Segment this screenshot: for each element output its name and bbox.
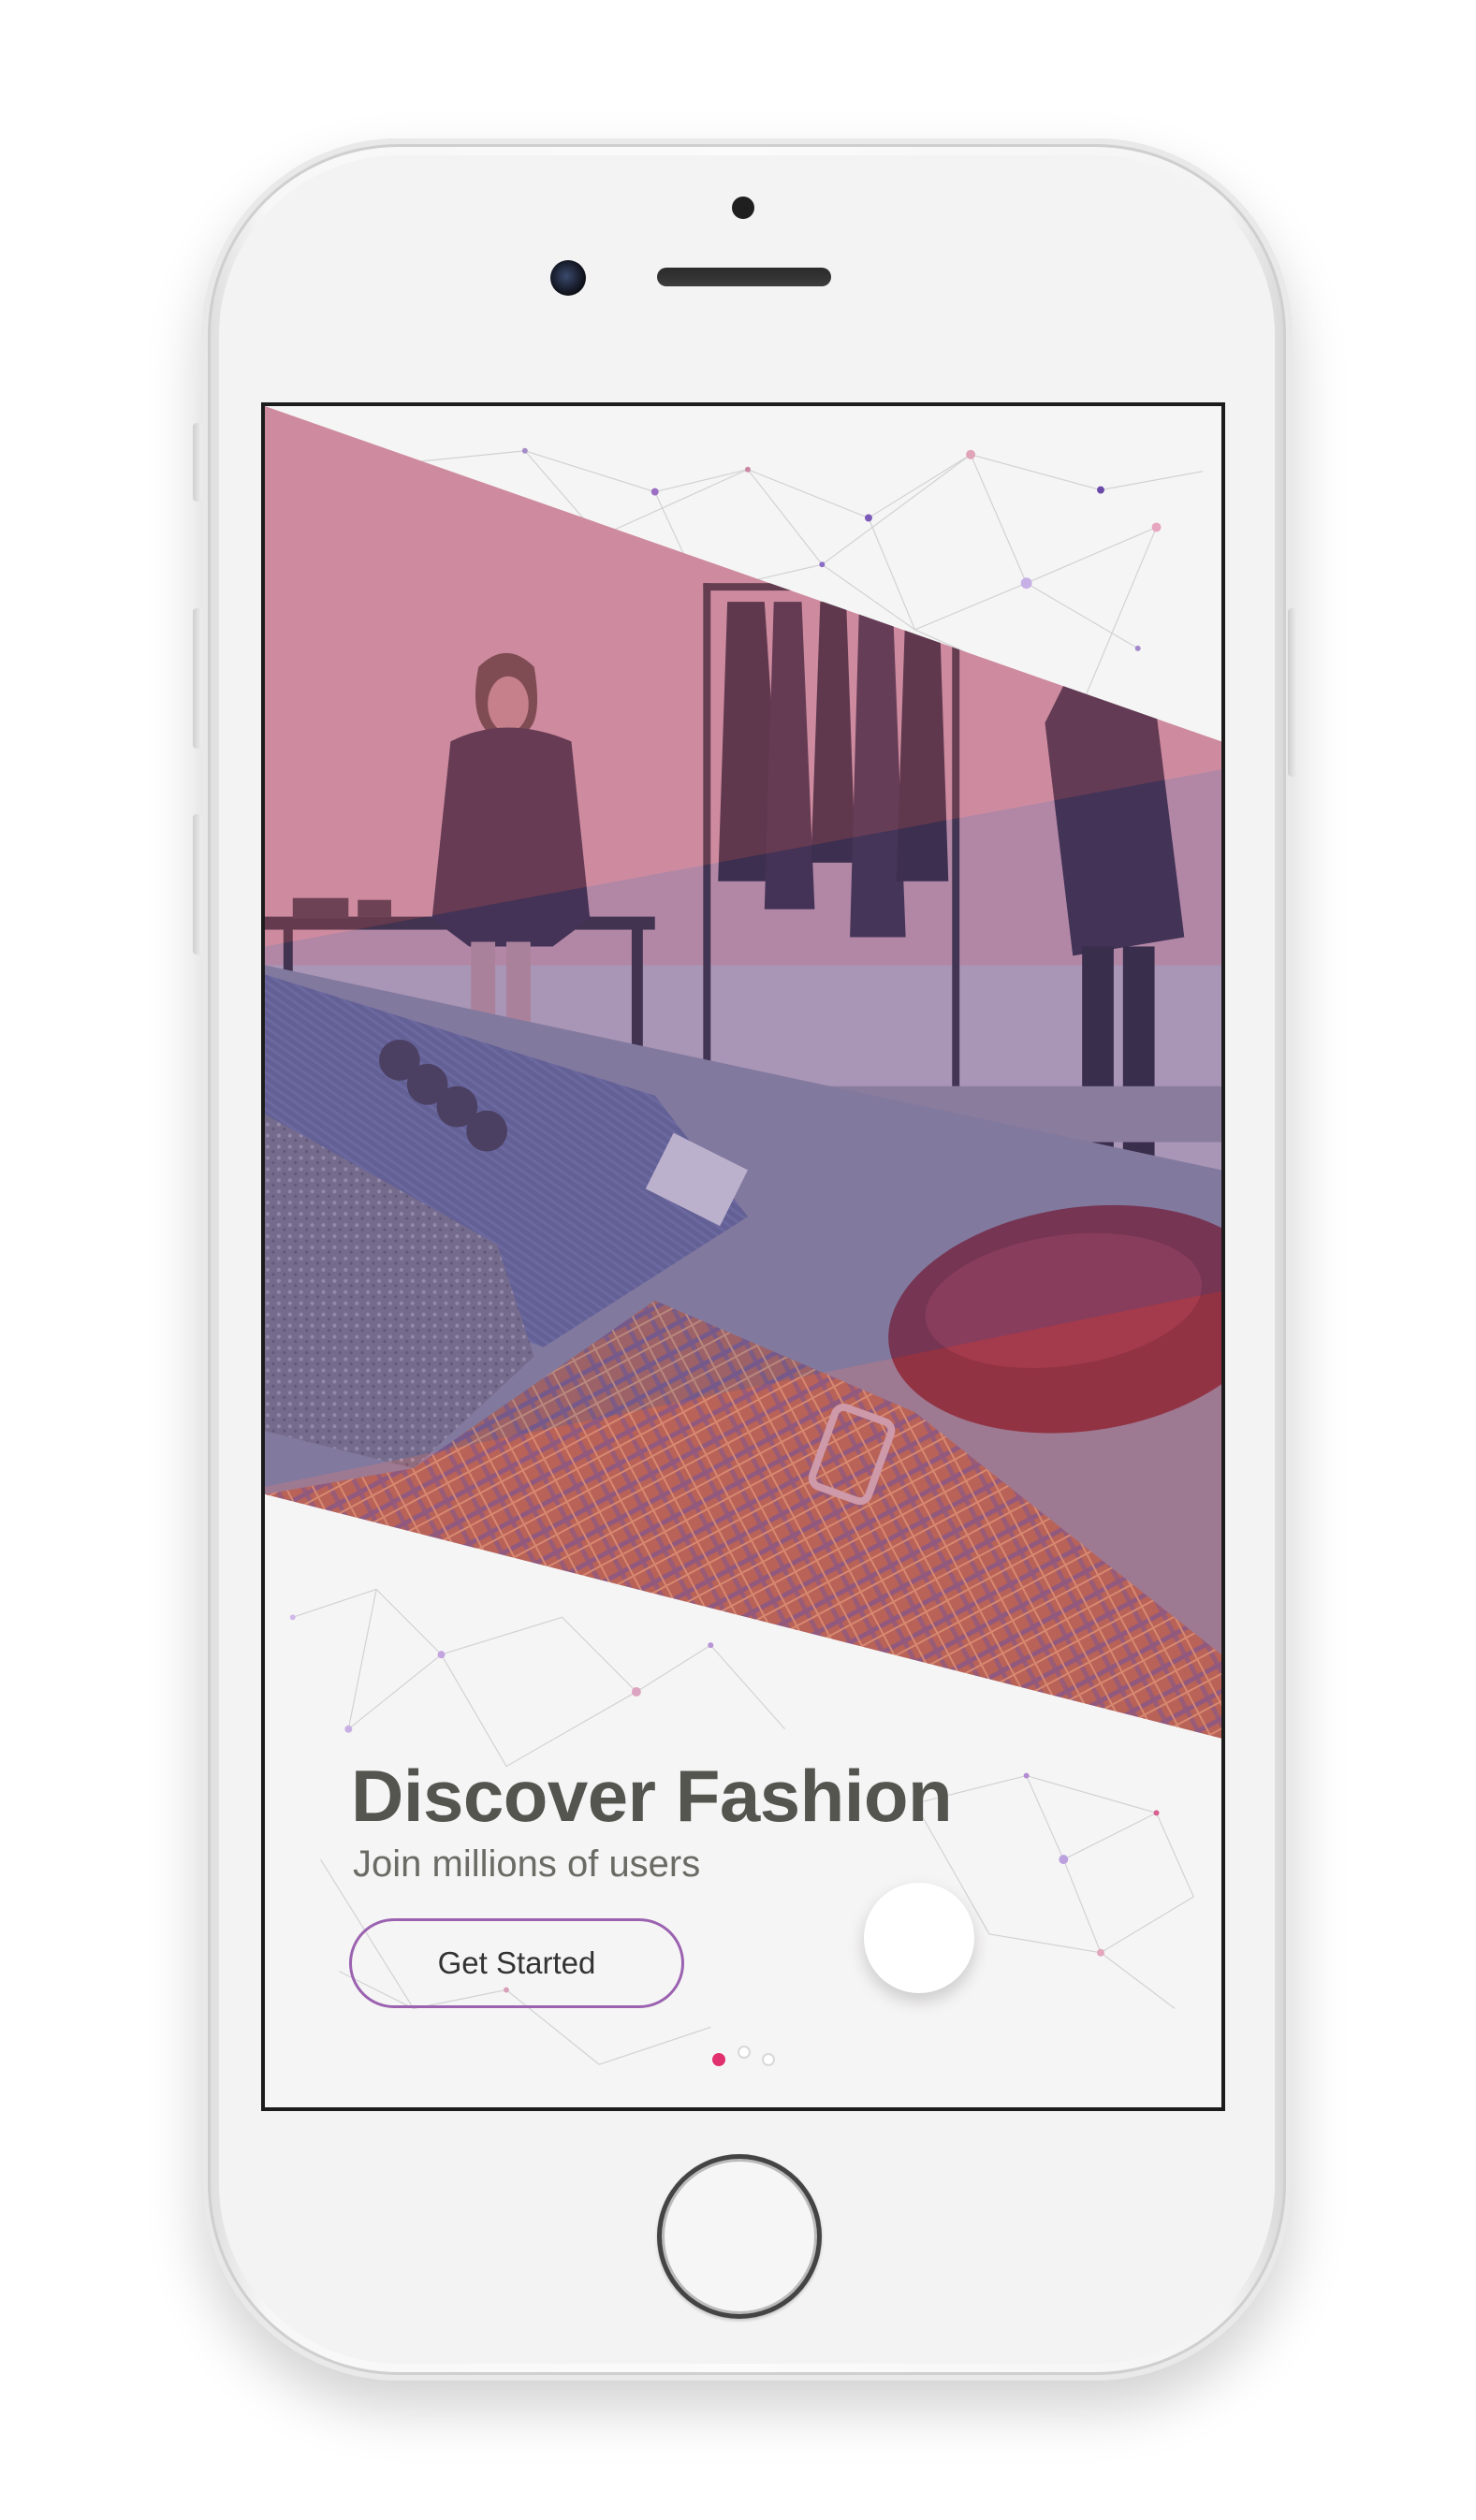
mockup-stage: Discover Fashion Join millions of users … <box>0 0 1476 2520</box>
page-dot-3[interactable] <box>762 2053 775 2066</box>
mute-switch <box>193 423 202 502</box>
volume-down-button <box>193 814 202 954</box>
get-started-button[interactable]: Get Started <box>349 1918 684 2008</box>
earpiece-speaker <box>657 268 831 286</box>
page-dot-2[interactable] <box>738 2046 751 2059</box>
power-button <box>1288 608 1297 777</box>
onboarding-subtitle: Join millions of users <box>353 1843 701 1885</box>
volume-up-button <box>193 608 202 749</box>
onboarding-title: Discover Fashion <box>351 1755 953 1837</box>
next-page-fab[interactable] <box>864 1883 974 1993</box>
app-screen: Discover Fashion Join millions of users … <box>261 402 1225 2111</box>
home-button[interactable] <box>657 2154 822 2319</box>
front-camera-icon <box>550 260 586 296</box>
proximity-sensor <box>732 197 754 219</box>
page-dot-1-active[interactable] <box>712 2053 725 2066</box>
